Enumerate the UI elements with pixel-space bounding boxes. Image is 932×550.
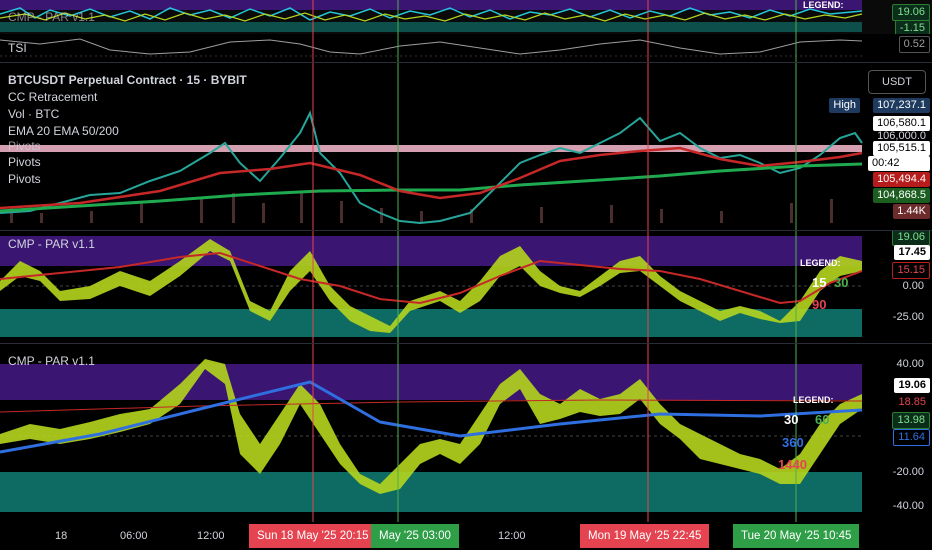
indicator-pivots-3[interactable]: Pivots bbox=[8, 172, 41, 186]
top-cmp-pane: CMP - PAR v1.1 LEGEND: 19.06 -1.15 bbox=[0, 0, 932, 34]
cmp-plot-1[interactable] bbox=[0, 231, 932, 343]
tsi-plot bbox=[0, 34, 863, 62]
time-badge-sun: Sun 18 May '25 20:15 bbox=[249, 524, 377, 548]
cmp2-tick-minus20: -20.00 bbox=[892, 466, 924, 478]
cmp2-legend-30: 30 bbox=[784, 412, 799, 427]
top-cmp-title: CMP - PAR v1.1 bbox=[8, 10, 95, 24]
cmp2-tick-40: 40.00 bbox=[896, 358, 924, 370]
cmp1-tag-1: 19.06 bbox=[892, 231, 930, 246]
indicator-pivots-2[interactable]: Pivots bbox=[8, 155, 41, 169]
cmp2-tag-2: 18.85 bbox=[894, 395, 930, 410]
top-cmp-plot bbox=[0, 0, 863, 34]
indicator-cc-retracement[interactable]: CC Retracement bbox=[8, 90, 97, 104]
time-badge-tue: Tue 20 May '25 10:45 bbox=[733, 524, 860, 548]
cmp2-legend-label: LEGEND: bbox=[793, 395, 834, 405]
price-tag-ema200: 104,868.5 bbox=[873, 188, 930, 203]
time-axis[interactable]: 18 06:00 12:00 12:00 Sun 18 May '25 20:1… bbox=[0, 522, 932, 550]
cmp1-tag-3: 15.15 bbox=[892, 262, 930, 279]
cmp2-tag-3: 13.98 bbox=[892, 412, 930, 429]
time-badge-may: May '25 03:00 bbox=[371, 524, 459, 548]
top-tag-2: -1.15 bbox=[894, 20, 930, 34]
time-label-18: 18 bbox=[55, 530, 68, 542]
countdown-tag: 00:42 bbox=[868, 156, 930, 171]
cmp2-tag-1: 19.06 bbox=[894, 378, 930, 393]
high-value: 107,237.1 bbox=[873, 98, 930, 113]
tsi-label: TSI bbox=[8, 41, 27, 55]
cmp1-tick-0: 0.00 bbox=[902, 280, 924, 292]
price-tag-ema50: 105,494.4 bbox=[873, 172, 930, 187]
cmp2-tick-minus40: -40.00 bbox=[892, 500, 924, 512]
tsi-tag: 0.52 bbox=[898, 36, 930, 53]
tsi-pane: TSI 0.52 bbox=[0, 34, 932, 62]
time-label-1200-a: 12:00 bbox=[197, 530, 225, 542]
indicator-volume[interactable]: Vol · BTC bbox=[8, 107, 59, 121]
cmp2-title: CMP - PAR v1.1 bbox=[8, 354, 95, 368]
top-legend-label: LEGEND: bbox=[803, 0, 844, 10]
time-label-1200-b: 12:00 bbox=[498, 530, 526, 542]
price-plot[interactable] bbox=[0, 63, 932, 230]
cmp1-tick-minus25: -25.00 bbox=[892, 311, 924, 323]
cmp1-legend-90: 90 bbox=[812, 297, 827, 312]
cmp1-legend-30: 30 bbox=[834, 275, 849, 290]
cmp1-title: CMP - PAR v1.1 bbox=[8, 237, 95, 251]
cmp2-legend-360: 360 bbox=[782, 435, 804, 450]
cmp2-legend-1440: 1440 bbox=[778, 457, 807, 472]
cmp2-tag-4: 11.64 bbox=[893, 429, 930, 446]
cmp2-legend-60: 60 bbox=[815, 412, 830, 427]
top-tag-1: 19.06 bbox=[892, 4, 930, 21]
cmp1-legend-label: LEGEND: bbox=[800, 258, 841, 268]
cmp-pane-1: CMP - PAR v1.1 LEGEND: 15 30 90 19.06 17… bbox=[0, 231, 932, 343]
currency-button[interactable]: USDT bbox=[868, 70, 926, 94]
high-label: High bbox=[829, 98, 860, 113]
cmp-pane-2: CMP - PAR v1.1 LEGEND: 30 60 360 1440 40… bbox=[0, 344, 932, 522]
indicator-pivots-1[interactable]: Pivots bbox=[8, 139, 41, 153]
price-pane: BTCUSDT Perpetual Contract · 15 · BYBIT … bbox=[0, 63, 932, 230]
indicator-ema[interactable]: EMA 20 EMA 50/200 bbox=[8, 124, 119, 138]
cmp-plot-2[interactable] bbox=[0, 344, 932, 522]
cmp1-legend-15: 15 bbox=[812, 275, 827, 290]
symbol-title: BTCUSDT Perpetual Contract · 15 · BYBIT bbox=[8, 73, 247, 87]
cmp1-tag-2: 17.45 bbox=[894, 245, 930, 260]
volume-tag: 1.44K bbox=[893, 204, 930, 219]
time-badge-mon: Mon 19 May '25 22:45 bbox=[580, 524, 710, 548]
time-label-0600: 06:00 bbox=[120, 530, 148, 542]
price-tag-3: 105,515.1 bbox=[873, 141, 930, 156]
